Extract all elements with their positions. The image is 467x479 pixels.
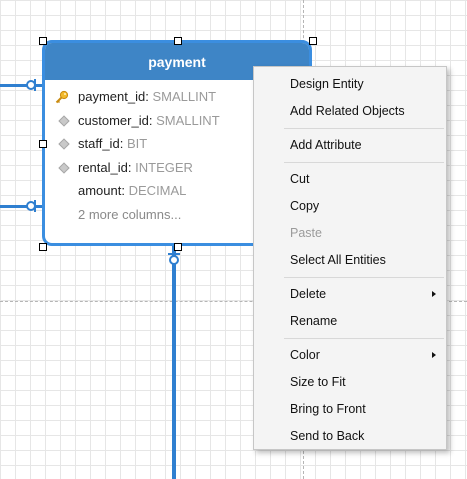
menu-separator (284, 277, 444, 278)
attribute-diamond-icon (58, 161, 70, 174)
menu-item-copy[interactable]: Copy (254, 193, 446, 220)
menu-item-design-entity[interactable]: Design Entity (254, 71, 446, 98)
resize-handle-bottom-center[interactable] (174, 243, 182, 251)
menu-item-bring-to-front[interactable]: Bring to Front (254, 396, 446, 423)
menu-item-cut[interactable]: Cut (254, 166, 446, 193)
menu-item-add-attribute[interactable]: Add Attribute (254, 132, 446, 159)
resize-handle-top-center[interactable] (174, 37, 182, 45)
column-name: payment_id (78, 89, 146, 104)
menu-separator (284, 128, 444, 129)
resize-handle-bottom-left[interactable] (39, 243, 47, 251)
menu-item-size-to-fit[interactable]: Size to Fit (254, 369, 446, 396)
column-type: SMALLINT (156, 112, 220, 128)
relationship-line-bottom[interactable] (172, 246, 176, 479)
column-type: DECIMAL (128, 183, 187, 198)
menu-item-rename[interactable]: Rename (254, 308, 446, 335)
menu-separator (284, 338, 444, 339)
relationship-one-marker-icon (26, 200, 36, 212)
menu-item-select-all-entities[interactable]: Select All Entities (254, 247, 446, 274)
column-type: INTEGER (135, 159, 193, 175)
attribute-diamond-icon (58, 138, 70, 150)
column-type: BIT (126, 136, 148, 151)
menu-item-send-to-back[interactable]: Send to Back (254, 423, 446, 450)
menu-item-add-related-objects[interactable]: Add Related Objects (254, 98, 446, 125)
menu-item-delete[interactable]: Delete (254, 281, 446, 308)
resize-handle-top-left[interactable] (39, 37, 47, 45)
resize-handle-middle-left[interactable] (39, 140, 47, 148)
context-menu: Design Entity Add Related Objects Add At… (253, 66, 447, 450)
menu-separator (284, 162, 444, 163)
column-name: staff_id (78, 136, 120, 151)
submenu-arrow-icon (432, 352, 436, 358)
submenu-arrow-icon (432, 291, 436, 297)
attribute-diamond-icon (58, 114, 70, 127)
column-name: rental_id (78, 159, 128, 175)
column-type: SMALLINT (152, 89, 217, 104)
key-icon (55, 90, 69, 104)
resize-handle-top-right[interactable] (309, 37, 317, 45)
relationship-one-marker-icon (168, 253, 180, 265)
menu-item-color[interactable]: Color (254, 342, 446, 369)
column-name: amount (78, 183, 122, 198)
relationship-one-marker-icon (26, 79, 36, 91)
menu-item-paste: Paste (290, 226, 322, 240)
column-name: customer_id (78, 112, 149, 128)
